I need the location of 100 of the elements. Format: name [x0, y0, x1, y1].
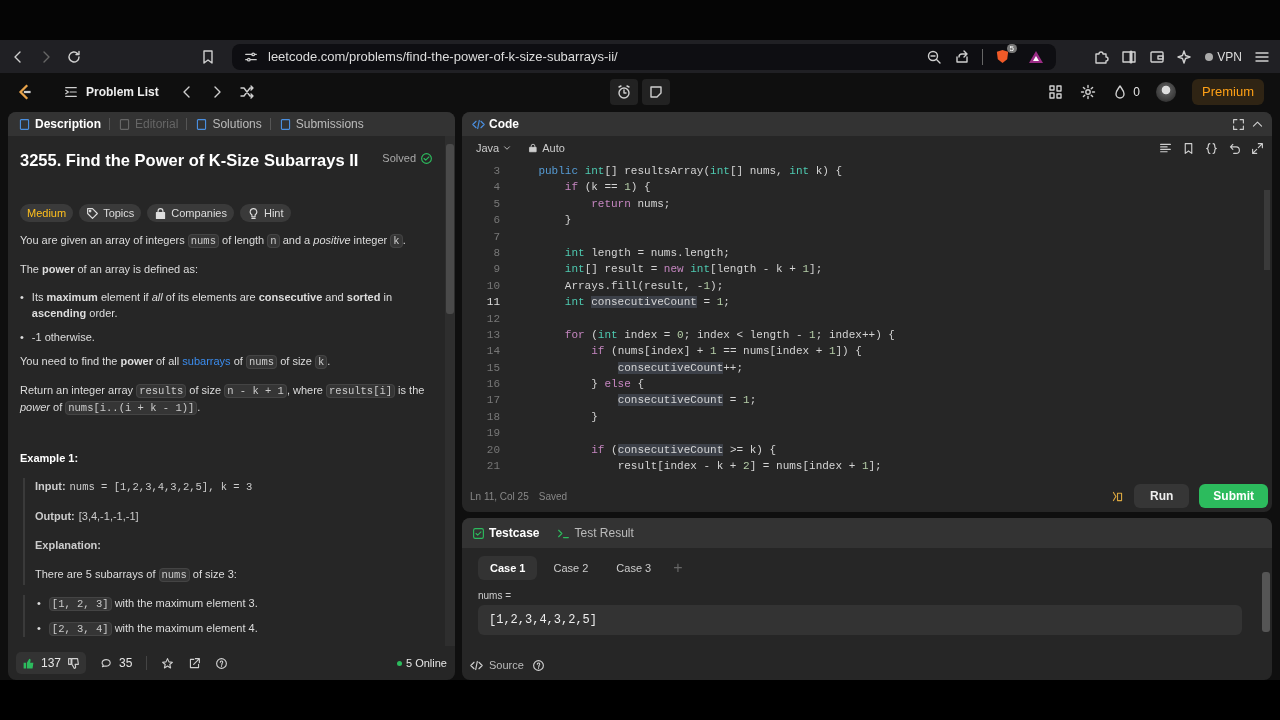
code-icon [472, 117, 485, 131]
timer-button[interactable] [610, 78, 638, 105]
problem-list-button[interactable]: Problem List [58, 83, 165, 100]
grid-icon[interactable] [1048, 83, 1065, 100]
case-tab[interactable]: Case 1 [478, 556, 538, 580]
source-button[interactable]: Source [470, 658, 524, 672]
example-label: Input: [35, 479, 66, 494]
tag-chip[interactable]: Medium [20, 204, 74, 222]
line-number: 16 [485, 377, 501, 393]
braces-icon[interactable] [1205, 141, 1218, 155]
share-icon[interactable] [188, 656, 202, 670]
bullet: • [20, 290, 24, 305]
settings-icon[interactable] [1080, 83, 1097, 100]
line-number: 6 [492, 213, 501, 229]
line-number: 21 [485, 459, 501, 475]
example-label: Explanation: [35, 538, 101, 553]
avatar[interactable] [1156, 81, 1176, 102]
link[interactable]: subarrays [182, 355, 231, 367]
problem-title: 3255. Find the Power of K-Size Subarrays II [20, 150, 360, 171]
dislike-icon[interactable] [67, 656, 81, 670]
checkbox-icon [472, 526, 485, 540]
parameter-label: nums = [478, 590, 513, 601]
tag-chip[interactable]: Topics [79, 204, 142, 222]
line-number: 12 [485, 311, 501, 327]
help-icon[interactable] [215, 656, 229, 670]
bookmark-icon[interactable] [200, 48, 216, 65]
shield-icon[interactable] [995, 49, 1010, 64]
logo-icon[interactable] [16, 82, 34, 101]
line-number: 20 [485, 442, 501, 458]
input-field[interactable]: [1,2,3,4,3,2,5] [478, 605, 1242, 635]
code-line: consecutiveCount++; [616, 360, 744, 376]
star-icon[interactable] [161, 656, 175, 670]
online-count: 5 Online [397, 657, 447, 669]
line-number: 5 [492, 196, 501, 212]
line-number: 18 [485, 409, 501, 425]
line-number: 3 [492, 164, 501, 179]
bookmark-icon[interactable] [1182, 141, 1195, 155]
code-line: } [563, 213, 572, 229]
tag-chip[interactable]: Hint [239, 204, 291, 222]
code-line: int length = nums.length; [563, 245, 730, 261]
tab-icon [195, 117, 209, 131]
language-dropdown[interactable]: Java [470, 141, 519, 155]
run-button[interactable]: Run [1134, 484, 1190, 508]
panel-tab[interactable]: Description [16, 117, 103, 131]
code-line: } [590, 409, 598, 425]
comments-button[interactable]: 35 [100, 656, 133, 670]
line-number: 14 [485, 344, 501, 360]
shuffle-icon[interactable] [238, 83, 255, 100]
tab-icon [118, 117, 131, 131]
scrollbar[interactable] [445, 136, 455, 646]
line-number: 4 [492, 180, 501, 196]
code-line: if (consecutiveCount >= k) { [590, 442, 777, 458]
note-button[interactable] [642, 78, 670, 105]
like-button[interactable]: 137 [16, 652, 87, 674]
check-circle-icon [420, 151, 433, 165]
panel-tab[interactable]: Test Result [555, 526, 636, 540]
auto-mode-label[interactable]: Auto [528, 142, 565, 154]
line-number: 13 [485, 327, 501, 343]
example-value: [3,4,-1,-1,-1] [78, 509, 139, 524]
save-status: Saved [538, 490, 568, 502]
expand-icon[interactable] [1251, 141, 1264, 155]
caret-icon [502, 143, 513, 153]
tab-icon [18, 117, 31, 131]
sidebar-icon[interactable] [1121, 48, 1138, 65]
line-number: 10 [485, 278, 501, 294]
share-icon[interactable] [954, 48, 970, 65]
premium-button[interactable]: Premium [1192, 78, 1264, 105]
case-tab[interactable]: Case 2 [541, 556, 601, 580]
code-icon [470, 658, 483, 672]
url-text: leetcode.com/problems/find-the-power-of-k-size-subarrays-ii/ [268, 49, 618, 64]
bullet: • [37, 621, 41, 636]
paragraph: You need to find the power of all subarrays of nums of size k . [20, 354, 332, 370]
puzzle-icon[interactable] [1093, 48, 1110, 65]
undo-icon[interactable] [1228, 141, 1241, 155]
streak-counter[interactable]: 0 [1112, 83, 1140, 100]
wallet-icon[interactable] [1149, 48, 1166, 65]
vpn-button[interactable]: VPN [1205, 49, 1242, 64]
bullet: • [20, 330, 24, 345]
fullscreen-icon[interactable] [1232, 117, 1245, 131]
tab-icon [278, 117, 292, 131]
zoom-out-icon[interactable] [926, 48, 942, 65]
panel-tab[interactable]: Solutions [193, 117, 264, 131]
paragraph: There are 5 subarrays of nums of size 3: [23, 566, 433, 585]
help-icon[interactable] [531, 658, 545, 672]
solved-label: Solved [382, 151, 416, 166]
reload-icon[interactable] [66, 48, 82, 65]
list-item: [1, 2, 3] with the maximum element 3. [48, 595, 433, 612]
address-bar[interactable]: leetcode.com/problems/find-the-power-of-k-size-subarrays-ii/ 5 [232, 43, 1056, 70]
format-icon[interactable] [1159, 141, 1172, 155]
panel-tab[interactable]: Submissions [276, 117, 366, 131]
example-label: Output: [35, 509, 75, 524]
code-tab[interactable]: Code [470, 117, 521, 131]
code-line: consecutiveCount = 1; [616, 393, 757, 409]
paragraph: You are given an array of integers nums of length n and a positive integer k . [20, 233, 407, 249]
line-number: 7 [492, 229, 501, 245]
list-item: Its maximum element if all of its elements are consecutive and sorted in ascending order. [31, 290, 394, 321]
line-number: 17 [485, 393, 501, 409]
panel-tab[interactable]: Testcase [470, 526, 542, 540]
tag-chip[interactable]: Companies [147, 204, 234, 222]
case-tab[interactable]: Case 3 [604, 556, 664, 580]
